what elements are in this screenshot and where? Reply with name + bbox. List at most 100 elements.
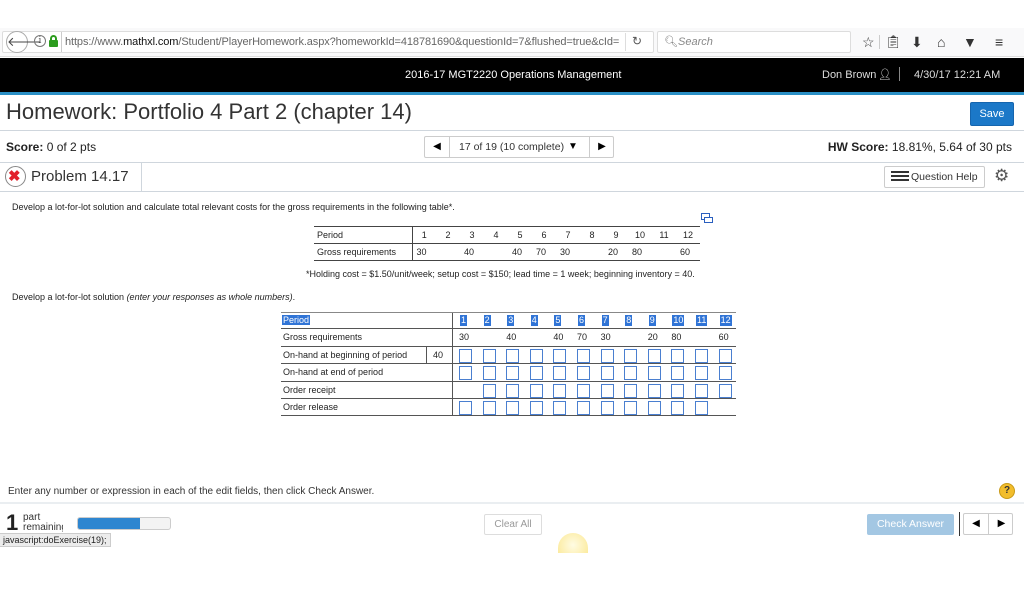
on-hand-end-input[interactable] (718, 366, 732, 381)
order-receipt-input[interactable] (600, 383, 614, 398)
answer-cell (479, 382, 503, 399)
on-hand-begin-input[interactable] (553, 348, 567, 363)
answer-cell: 2 (479, 313, 503, 330)
order-release-input[interactable] (459, 400, 472, 415)
clipboard-icon[interactable]: 📋︎ (885, 33, 902, 51)
reload-separator (625, 33, 626, 51)
download-icon[interactable]: ⬇ (911, 33, 923, 51)
on-hand-begin-input[interactable] (506, 348, 520, 363)
footer-previous-button[interactable]: ◀ (964, 514, 989, 534)
order-release-input[interactable] (529, 400, 543, 415)
on-hand-end-input[interactable] (577, 366, 590, 381)
period-header: 7 (601, 315, 609, 326)
answer-cell (620, 347, 644, 364)
on-hand-end-input[interactable] (553, 366, 567, 381)
check-answer-button[interactable]: Check Answer (867, 514, 954, 535)
on-hand-end-input[interactable] (482, 366, 496, 381)
answer-cell (667, 364, 691, 381)
on-hand-begin-input[interactable] (718, 348, 732, 363)
url-text[interactable]: https://www.mathxl.com/Student/PlayerHom… (65, 36, 619, 48)
gear-icon[interactable]: ⚙ (994, 166, 1009, 186)
order-release-input[interactable] (671, 400, 685, 415)
on-hand-begin-input[interactable] (647, 348, 661, 363)
answer-cell (479, 399, 503, 416)
home-icon[interactable]: ⌂ (937, 33, 945, 51)
question-selector[interactable]: 17 of 19 (10 complete) (459, 141, 564, 153)
order-release-input[interactable] (553, 400, 567, 415)
browser-search-input[interactable]: 🔍︎ Search (657, 31, 851, 53)
order-release-input[interactable] (506, 400, 520, 415)
cursor-highlight (558, 533, 588, 553)
footer-next-button[interactable]: ▶ (989, 514, 1014, 534)
lock-icon (49, 35, 58, 47)
order-receipt-input[interactable] (695, 383, 708, 398)
question-footnote: *Holding cost = $1.50/unit/week; setup c… (306, 269, 695, 279)
star-icon[interactable]: ☆ (862, 33, 875, 51)
help-icon[interactable]: ? (999, 483, 1015, 499)
order-receipt-input[interactable] (718, 383, 732, 398)
on-hand-begin-input[interactable] (695, 348, 708, 363)
order-receipt-input[interactable] (577, 383, 590, 398)
answer-row-label: Gross requirements (283, 332, 363, 343)
answer-cell: 70 (573, 329, 597, 346)
pocket-icon[interactable]: ▼ (963, 33, 977, 51)
question-help-button[interactable]: Question Help (884, 166, 985, 188)
back-button[interactable]: 🡐 (6, 31, 42, 53)
order-receipt-input[interactable] (529, 383, 543, 398)
column-divider (452, 364, 453, 381)
on-hand-begin-input[interactable] (624, 348, 638, 363)
order-receipt-input[interactable] (482, 383, 496, 398)
given-period-cell: 6 (532, 226, 556, 244)
on-hand-begin-input[interactable] (459, 348, 472, 363)
given-period-cell: 11 (652, 226, 676, 244)
order-receipt-input[interactable] (506, 383, 520, 398)
on-hand-begin-input[interactable] (671, 348, 685, 363)
on-hand-end-input[interactable] (647, 366, 661, 381)
clear-all-button[interactable]: Clear All (484, 514, 542, 535)
given-data-table: Period 1 2 3 4 5 6 7 8 9 10 11 12 Gross requirement… (314, 226, 700, 261)
order-release-input[interactable] (577, 400, 590, 415)
parts-remaining-count: 1 (6, 510, 19, 535)
on-hand-end-input[interactable] (695, 366, 708, 381)
on-hand-begin-input[interactable] (529, 348, 543, 363)
on-hand-end-input[interactable] (600, 366, 614, 381)
order-release-input[interactable] (695, 400, 708, 415)
instruction-suffix: . (292, 292, 296, 302)
on-hand-begin-input[interactable] (577, 348, 590, 363)
order-release-input[interactable] (624, 400, 638, 415)
answer-cell (549, 382, 573, 399)
info-icon[interactable]: i (34, 35, 46, 47)
order-receipt-input[interactable] (647, 383, 661, 398)
on-hand-end-input[interactable] (529, 366, 543, 381)
reload-icon[interactable]: ↻ (632, 34, 642, 48)
instruction-text: Develop a lot-for-lot solution (12, 292, 127, 302)
period-header: 10 (672, 315, 685, 326)
order-release-input[interactable] (647, 400, 661, 415)
on-hand-end-input[interactable] (671, 366, 685, 381)
answer-cell (526, 364, 550, 381)
answer-cell (691, 347, 715, 364)
order-release-input[interactable] (482, 400, 496, 415)
next-question-button[interactable]: ▶ (589, 137, 614, 157)
order-receipt-input[interactable] (553, 383, 567, 398)
answer-cell (644, 399, 668, 416)
caret-down-icon[interactable]: ▼ (568, 141, 578, 152)
previous-question-button[interactable]: ◀ (425, 137, 450, 157)
column-divider (452, 381, 453, 398)
user-name[interactable]: Don Brown (822, 69, 876, 81)
answer-cell (715, 364, 739, 381)
on-hand-end-input[interactable] (624, 366, 638, 381)
answer-cell (644, 347, 668, 364)
order-receipt-input[interactable] (671, 383, 685, 398)
save-button[interactable]: Save (970, 102, 1014, 126)
on-hand-end-input[interactable] (506, 366, 520, 381)
order-release-input[interactable] (600, 400, 614, 415)
order-receipt-input[interactable] (624, 383, 638, 398)
on-hand-begin-input[interactable] (482, 348, 496, 363)
on-hand-end-input[interactable] (459, 366, 472, 381)
answer-cell (644, 382, 668, 399)
menu-icon[interactable]: ≡ (995, 33, 1003, 51)
copy-data-icon[interactable] (701, 213, 713, 223)
on-hand-begin-input[interactable] (600, 348, 614, 363)
score-label: Score: (6, 140, 44, 154)
